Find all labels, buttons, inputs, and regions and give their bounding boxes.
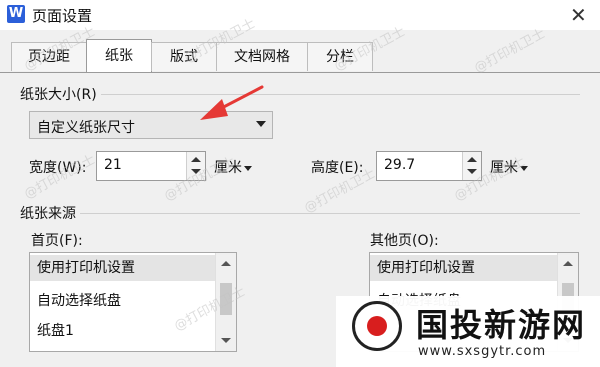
brand-watermark: 国投新游网 www.sxsgytr.com xyxy=(336,296,600,367)
brand-name: 国投新游网 xyxy=(416,306,587,344)
brand-logo-icon xyxy=(352,301,402,351)
brand-url: www.sxsgytr.com xyxy=(418,344,547,359)
